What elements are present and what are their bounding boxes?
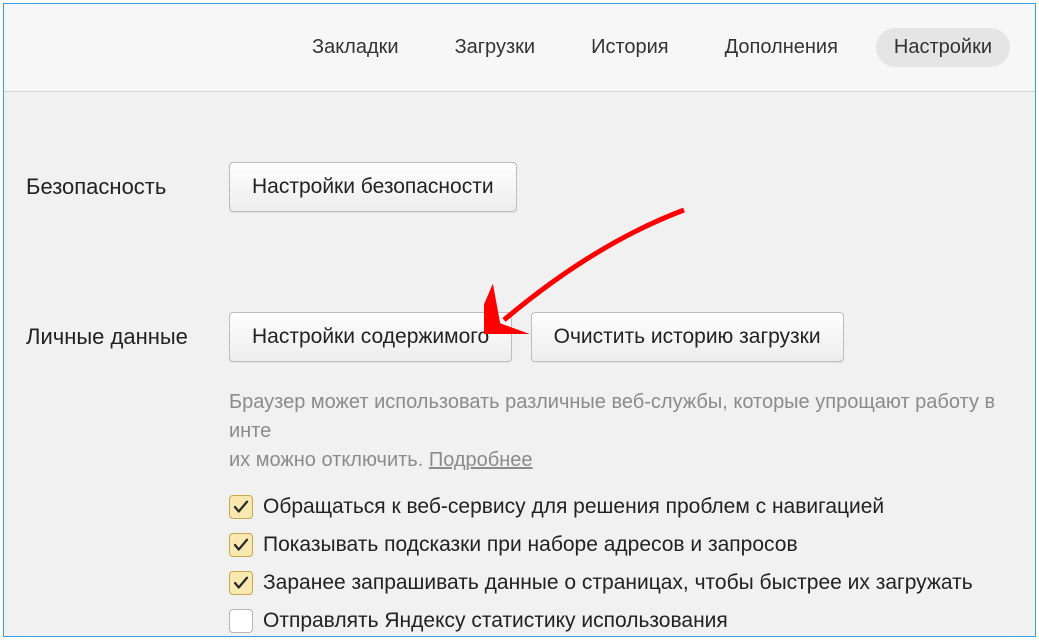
settings-content: Безопасность Настройки безопасности Личн… [4, 92, 1035, 636]
checkbox-prefetch[interactable] [229, 571, 253, 595]
checkbox-suggestions[interactable] [229, 533, 253, 557]
section-security-title: Безопасность [4, 162, 229, 200]
checkbox-list: Обращаться к веб-сервису для решения про… [229, 495, 1035, 633]
tab-settings[interactable]: Настройки [876, 28, 1010, 67]
check-prefetch-label: Заранее запрашивать данные о страницах, … [263, 571, 973, 595]
check-icon [232, 536, 250, 554]
section-personal-title: Личные данные [4, 312, 229, 350]
tab-bookmarks[interactable]: Закладки [294, 28, 417, 67]
clear-history-button[interactable]: Очистить историю загрузки [531, 312, 844, 362]
section-security: Безопасность Настройки безопасности [4, 162, 1035, 212]
check-suggestions: Показывать подсказки при наборе адресов … [229, 533, 1035, 557]
desc-text-1: Браузер может использовать различные веб… [229, 391, 995, 442]
check-nav-service-label: Обращаться к веб-сервису для решения про… [263, 495, 884, 519]
check-send-stats-label: Отправлять Яндексу статистику использова… [263, 609, 728, 633]
check-suggestions-label: Показывать подсказки при наборе адресов … [263, 533, 798, 557]
check-send-stats: Отправлять Яндексу статистику использова… [229, 609, 1035, 633]
checkbox-send-stats[interactable] [229, 609, 253, 633]
check-icon [232, 574, 250, 592]
security-settings-button[interactable]: Настройки безопасности [229, 162, 517, 212]
personal-description: Браузер может использовать различные веб… [229, 388, 1035, 475]
top-tabs: Закладки Загрузки История Дополнения Нас… [4, 4, 1035, 92]
tab-addons[interactable]: Дополнения [707, 28, 856, 67]
tab-security[interactable]: Безопас [1030, 28, 1036, 67]
check-nav-service: Обращаться к веб-сервису для решения про… [229, 495, 1035, 519]
checkbox-nav-service[interactable] [229, 495, 253, 519]
check-prefetch: Заранее запрашивать данные о страницах, … [229, 571, 1035, 595]
more-link[interactable]: Подробнее [429, 449, 533, 471]
tab-downloads[interactable]: Загрузки [437, 28, 554, 67]
check-icon [232, 498, 250, 516]
content-settings-button[interactable]: Настройки содержимого [229, 312, 512, 362]
tab-history[interactable]: История [573, 28, 687, 67]
section-personal: Личные данные Настройки содержимого Очис… [4, 312, 1035, 637]
desc-text-2: их можно отключить. [229, 449, 429, 471]
